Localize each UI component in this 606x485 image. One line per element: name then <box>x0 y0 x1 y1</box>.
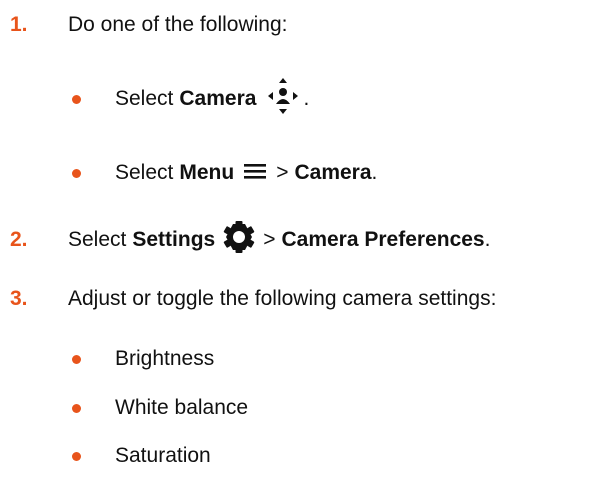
bullet-icon <box>72 355 81 364</box>
list-item: White balance <box>0 393 606 423</box>
setting-item: White balance <box>115 396 249 419</box>
bullet-icon <box>72 404 81 413</box>
bullet-icon <box>72 95 81 104</box>
option-text: Select Camera . <box>115 77 309 121</box>
step-3: 3. Adjust or toggle the following camera… <box>0 284 606 314</box>
option-text: Select Menu > Camera . <box>115 160 378 186</box>
step-number: 2. <box>10 228 28 251</box>
setting-item: Saturation <box>115 444 211 467</box>
gear-icon <box>223 220 255 260</box>
bullet-icon <box>72 169 81 178</box>
hamburger-menu-icon <box>244 160 267 186</box>
step-text: Adjust or toggle the following camera se… <box>68 287 497 310</box>
step-2: 2. Select Settings > Camera Preferences … <box>0 220 606 260</box>
camera-preferences-label: Camera Preferences <box>281 228 485 251</box>
list-item: Select Menu > Camera . <box>0 158 606 188</box>
list-item: Brightness <box>0 344 606 374</box>
step-1: 1. Do one of the following: <box>0 10 606 40</box>
setting-item: Brightness <box>115 347 215 370</box>
instructions-page: 1. Do one of the following: Select Camer… <box>0 0 606 485</box>
camera-label: Camera <box>294 161 372 184</box>
list-item: Saturation <box>0 441 606 471</box>
step-text: Do one of the following: <box>68 13 288 36</box>
camera-label: Camera <box>179 87 257 110</box>
menu-label: Menu <box>179 161 235 184</box>
step-text: Select Settings > Camera Preferences . <box>68 220 490 260</box>
list-item: Select Camera . <box>0 77 606 114</box>
bullet-icon <box>72 452 81 461</box>
step-number: 1. <box>10 13 28 36</box>
step-number: 3. <box>10 287 28 310</box>
settings-label: Settings <box>132 228 216 251</box>
camera-control-icon <box>268 77 299 121</box>
